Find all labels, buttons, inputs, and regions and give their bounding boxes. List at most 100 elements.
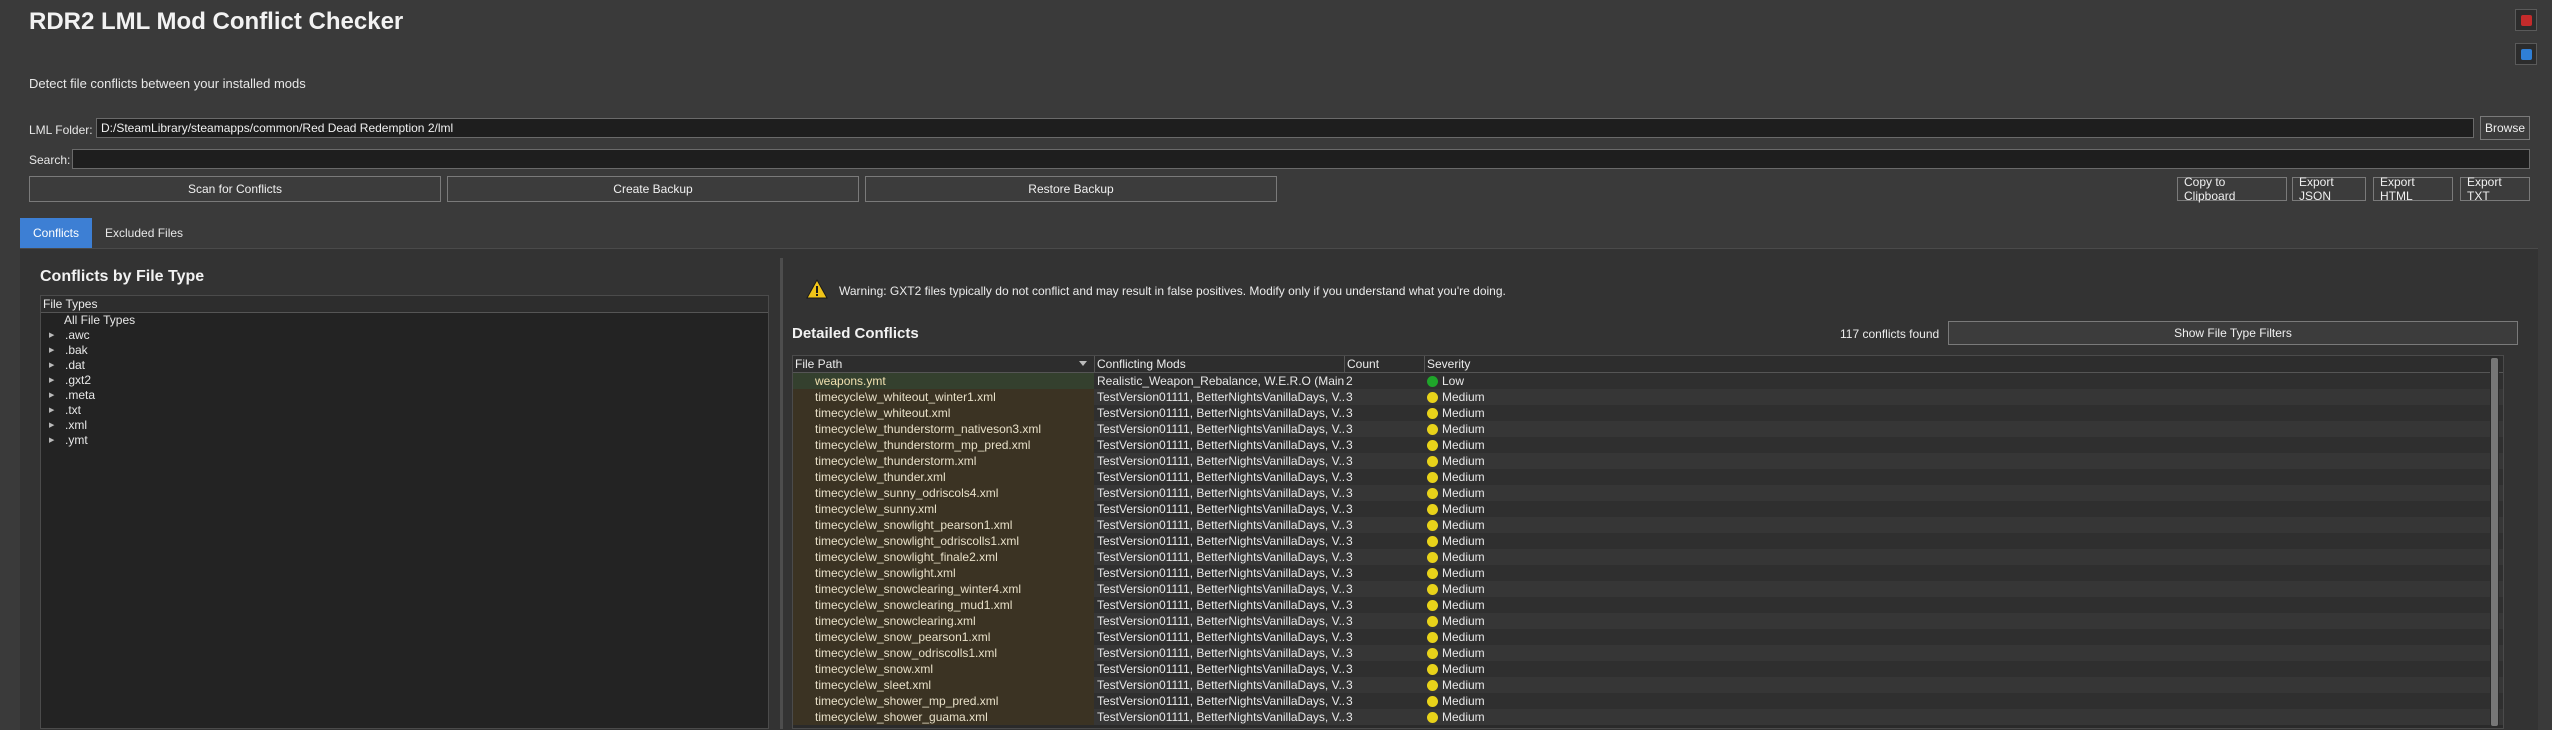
warning-text: Warning: GXT2 files typically do not con… <box>839 283 1506 298</box>
file-path-cell: timecycle\w_snowlight_finale2.xml <box>793 549 1094 565</box>
tree-item-dat[interactable]: ▶ .dat <box>41 358 768 373</box>
table-row[interactable]: weapons.ymt Realistic_Weapon_Rebalance, W… <box>793 373 2503 389</box>
table-row[interactable]: timecycle\w_snow_odriscolls1.xml TestVers… <box>793 645 2503 661</box>
table-row[interactable]: timecycle\w_thunder.xml TestVersion01111,… <box>793 469 2503 485</box>
tree-item-ymt[interactable]: ▶ .ymt <box>41 433 768 448</box>
file-path-cell: timecycle\w_snowlight_odriscolls1.xml <box>793 533 1094 549</box>
table-row[interactable]: timecycle\w_sunny_odriscols4.xml TestVers… <box>793 485 2503 501</box>
table-row[interactable]: timecycle\w_snow_pearson1.xml TestVersion… <box>793 629 2503 645</box>
expand-arrow-icon[interactable]: ▶ <box>49 403 54 418</box>
severity-label: Medium <box>1442 550 1485 564</box>
tab-excluded-files[interactable]: Excluded Files <box>92 218 196 248</box>
expand-arrow-icon[interactable]: ▶ <box>49 433 54 448</box>
scan-button[interactable]: Scan for Conflicts <box>29 176 441 202</box>
tree-header[interactable]: File Types <box>41 296 768 313</box>
table-row[interactable]: timecycle\w_snowclearing_winter4.xml Test… <box>793 581 2503 597</box>
expand-arrow-icon[interactable]: ▶ <box>49 418 54 433</box>
expand-arrow-icon[interactable]: ▶ <box>49 388 54 403</box>
severity-cell: Medium <box>1425 405 1725 421</box>
severity-cell: Medium <box>1425 677 1725 693</box>
lml-folder-input[interactable] <box>96 118 2474 138</box>
panel-splitter[interactable] <box>780 258 783 729</box>
severity-cell: Medium <box>1425 517 1725 533</box>
restore-backup-button[interactable]: Restore Backup <box>865 176 1277 202</box>
severity-dot-icon <box>1427 407 1438 419</box>
table-row[interactable]: timecycle\w_snowlight.xml TestVersion0111… <box>793 565 2503 581</box>
search-input[interactable] <box>72 149 2530 169</box>
export-txt-button[interactable]: Export TXT <box>2460 175 2530 203</box>
column-count[interactable]: Count <box>1345 356 1425 372</box>
table-row[interactable]: timecycle\w_thunderstorm.xml TestVersion0… <box>793 453 2503 469</box>
severity-dot-icon <box>1427 375 1438 387</box>
file-path-cell: timecycle\w_snow.xml <box>793 661 1094 677</box>
create-backup-button[interactable]: Create Backup <box>447 176 859 202</box>
tree-item-awc[interactable]: ▶ .awc <box>41 328 768 343</box>
count-cell: 3 <box>1346 678 1353 692</box>
browse-button[interactable]: Browse <box>2480 116 2530 140</box>
show-file-type-filters-button[interactable]: Show File Type Filters <box>1948 321 2518 345</box>
column-file-path[interactable]: File Path <box>793 356 1095 372</box>
conflicting-mods-cell: TestVersion01111, BetterNightsVanillaDay… <box>1097 646 1345 660</box>
severity-cell: Medium <box>1425 469 1725 485</box>
copy-clipboard-button[interactable]: Copy to Clipboard <box>2177 175 2287 203</box>
tree-item-label: .meta <box>65 388 96 402</box>
expand-arrow-icon[interactable]: ▶ <box>49 358 54 373</box>
table-row[interactable]: timecycle\w_sleet.xml TestVersion01111, B… <box>793 677 2503 693</box>
file-path-cell: timecycle\w_snowclearing_mud1.xml <box>793 597 1094 613</box>
severity-cell: Medium <box>1425 565 1725 581</box>
count-cell: 3 <box>1346 582 1353 596</box>
conflicting-mods-cell: TestVersion01111, BetterNightsVanillaDay… <box>1097 534 1345 548</box>
table-row[interactable]: timecycle\w_thunderstorm_mp_pred.xml Test… <box>793 437 2503 453</box>
table-row[interactable]: timecycle\w_snowclearing.xml TestVersion0… <box>793 613 2503 629</box>
conflicting-mods-cell: TestVersion01111, BetterNightsVanillaDay… <box>1097 422 1345 436</box>
conflicting-mods-cell: TestVersion01111, BetterNightsVanillaDay… <box>1097 662 1345 676</box>
tree-item-xml[interactable]: ▶ .xml <box>41 418 768 433</box>
tree-item-txt[interactable]: ▶ .txt <box>41 403 768 418</box>
checkbox-icon <box>2520 48 2532 60</box>
table-row[interactable]: timecycle\w_snowlight_finale2.xml TestVer… <box>793 549 2503 565</box>
column-conflicting-mods[interactable]: Conflicting Mods <box>1095 356 1345 372</box>
table-row[interactable]: timecycle\w_thunderstorm_nativeson3.xml T… <box>793 421 2503 437</box>
column-severity[interactable]: Severity <box>1425 356 2485 372</box>
count-cell: 3 <box>1346 454 1353 468</box>
conflicts-table[interactable]: File Path Conflicting Mods Count Severit… <box>792 355 2504 729</box>
table-row[interactable]: timecycle\w_snowlight_odriscolls1.xml Tes… <box>793 533 2503 549</box>
expand-arrow-icon[interactable]: ▶ <box>49 373 54 388</box>
checkbox-button[interactable] <box>2515 43 2537 65</box>
table-row[interactable]: timecycle\w_snowlight_pearson1.xml TestVe… <box>793 517 2503 533</box>
severity-cell: Medium <box>1425 453 1725 469</box>
tree-item-meta[interactable]: ▶ .meta <box>41 388 768 403</box>
severity-label: Medium <box>1442 710 1485 724</box>
export-json-button[interactable]: Export JSON <box>2292 175 2366 203</box>
table-row[interactable]: timecycle\w_whiteout_winter1.xml TestVers… <box>793 389 2503 405</box>
scrollbar-thumb[interactable] <box>2491 358 2498 726</box>
table-row[interactable]: timecycle\w_snowclearing_mud1.xml TestVer… <box>793 597 2503 613</box>
tree-item-bak[interactable]: ▶ .bak <box>41 343 768 358</box>
table-row[interactable]: timecycle\w_whiteout.xml TestVersion01111… <box>793 405 2503 421</box>
table-row[interactable]: timecycle\w_snow.xml TestVersion01111, Be… <box>793 661 2503 677</box>
search-label: Search: <box>29 153 71 167</box>
conflicting-mods-cell: TestVersion01111, BetterNightsVanillaDay… <box>1097 390 1345 404</box>
export-html-button[interactable]: Export HTML <box>2373 175 2453 203</box>
table-scrollbar[interactable] <box>2490 356 2499 728</box>
severity-label: Low <box>1442 374 1465 388</box>
severity-dot-icon <box>1427 439 1438 451</box>
tab-conflicts[interactable]: Conflicts <box>20 218 93 248</box>
table-row[interactable]: timecycle\w_sunny.xml TestVersion01111, B… <box>793 501 2503 517</box>
table-row[interactable]: timecycle\w_shower_guama.xml TestVersion0… <box>793 709 2503 725</box>
file-type-tree[interactable]: File Types All File Types ▶ .awc ▶ .bak ▶.… <box>40 295 769 729</box>
tree-item-gxt2[interactable]: ▶ .gxt2 <box>41 373 768 388</box>
severity-dot-icon <box>1427 455 1438 467</box>
tree-item-all[interactable]: All File Types <box>41 313 768 328</box>
conflicting-mods-cell: TestVersion01111, BetterNightsVanillaDay… <box>1097 630 1345 644</box>
file-path-cell: timecycle\w_sunny.xml <box>793 501 1094 517</box>
table-row[interactable]: timecycle\w_shower_mp_pred.xml TestVersio… <box>793 693 2503 709</box>
conflicting-mods-cell: TestVersion01111, BetterNightsVanillaDay… <box>1097 518 1345 532</box>
expand-arrow-icon[interactable]: ▶ <box>49 343 54 358</box>
severity-cell: Medium <box>1425 661 1725 677</box>
expand-arrow-icon[interactable]: ▶ <box>49 328 54 343</box>
conflicting-mods-cell: TestVersion01111, BetterNightsVanillaDay… <box>1097 550 1345 564</box>
severity-label: Medium <box>1442 598 1485 612</box>
app-title: RDR2 LML Mod Conflict Checker <box>29 8 404 35</box>
help-button[interactable] <box>2515 9 2537 31</box>
